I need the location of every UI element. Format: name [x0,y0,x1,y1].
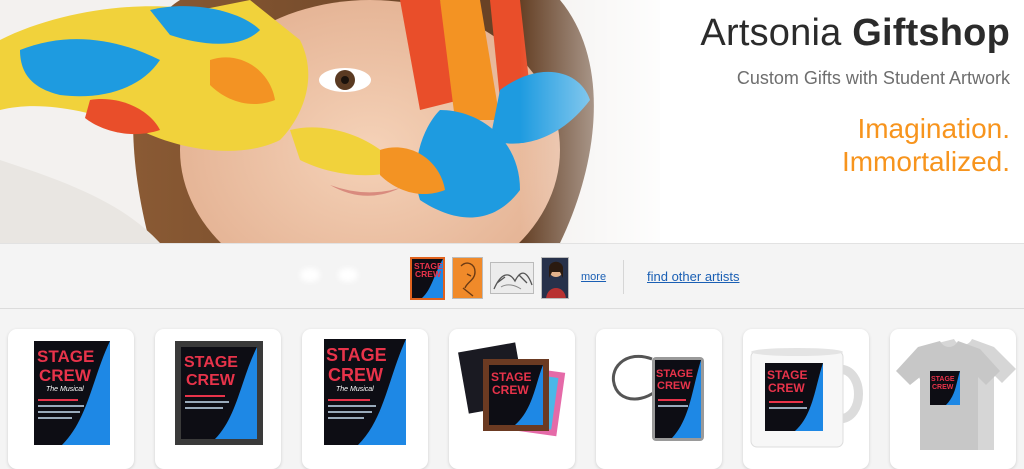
product-card-print[interactable]: STAGE CREW The Musical [8,329,134,469]
poster-title-line-2: CREW [657,380,691,392]
artwork-thumbnail-stage-crew[interactable]: STAGE CREW [410,257,445,300]
blurred-thumbnail [338,268,358,282]
poster-title-line-2: CREW [328,365,383,385]
product-card-t-shirt[interactable]: STAGE CREW [890,329,1016,469]
poster-title-line-1: STAGE [656,368,693,380]
poster-subtitle: The Musical [46,386,84,393]
find-other-artists-link[interactable]: find other artists [647,269,740,284]
strip-divider [623,260,624,294]
product-grid: STAGE CREW The Musical STAGE CREW STAGE [0,329,1024,469]
poster-title-line-2: CREW [932,384,954,391]
brand-title: Artsonia Giftshop [700,12,1010,55]
svg-text:CREW: CREW [415,269,442,279]
slogan-line-1: Imagination. [857,113,1010,144]
more-artwork-link[interactable]: more [581,271,606,283]
product-card-mug[interactable]: STAGE CREW [743,329,869,469]
poster-title-line-2: CREW [186,372,236,389]
slogan-line-2: Immortalized. [841,146,1010,177]
brand-name-bold: Giftshop [852,12,1010,54]
poster-title-line-1: STAGE [326,345,387,365]
product-card-poster[interactable]: STAGE CREW The Musical [302,329,428,469]
poster-title-line-2: CREW [39,366,92,385]
poster-subtitle: The Musical [336,386,374,393]
blurred-thumbnail [300,268,320,282]
poster-title-line-2: CREW [768,381,805,395]
poster-title-line-1: STAGE [491,370,531,384]
poster-title-line-1: STAGE [767,368,807,382]
tagline: Custom Gifts with Student Artwork [736,68,1010,88]
artwork-strip: STAGE CREW more find other artists [0,243,1024,309]
product-card-framed-print[interactable]: STAGE CREW [155,329,281,469]
product-card-coasters[interactable]: STAGE CREW [449,329,575,469]
artwork-thumbnail-sketch[interactable] [452,257,483,299]
brand-name-light: Artsonia [700,12,842,54]
poster-title-line-2: CREW [492,383,529,397]
artwork-thumbnail-drawing[interactable] [490,262,534,294]
slogan: Imagination. Immortalized. [842,112,1010,178]
poster-title-line-1: STAGE [184,354,238,371]
artwork-thumbnail-portrait[interactable] [541,257,569,299]
product-card-luggage-tag[interactable]: STAGE CREW [596,329,722,469]
hero-banner: Artsonia Giftshop Custom Gifts with Stud… [0,0,1024,243]
poster-title-line-1: STAGE [37,347,94,366]
poster-title-line-1: STAGE [931,376,955,383]
